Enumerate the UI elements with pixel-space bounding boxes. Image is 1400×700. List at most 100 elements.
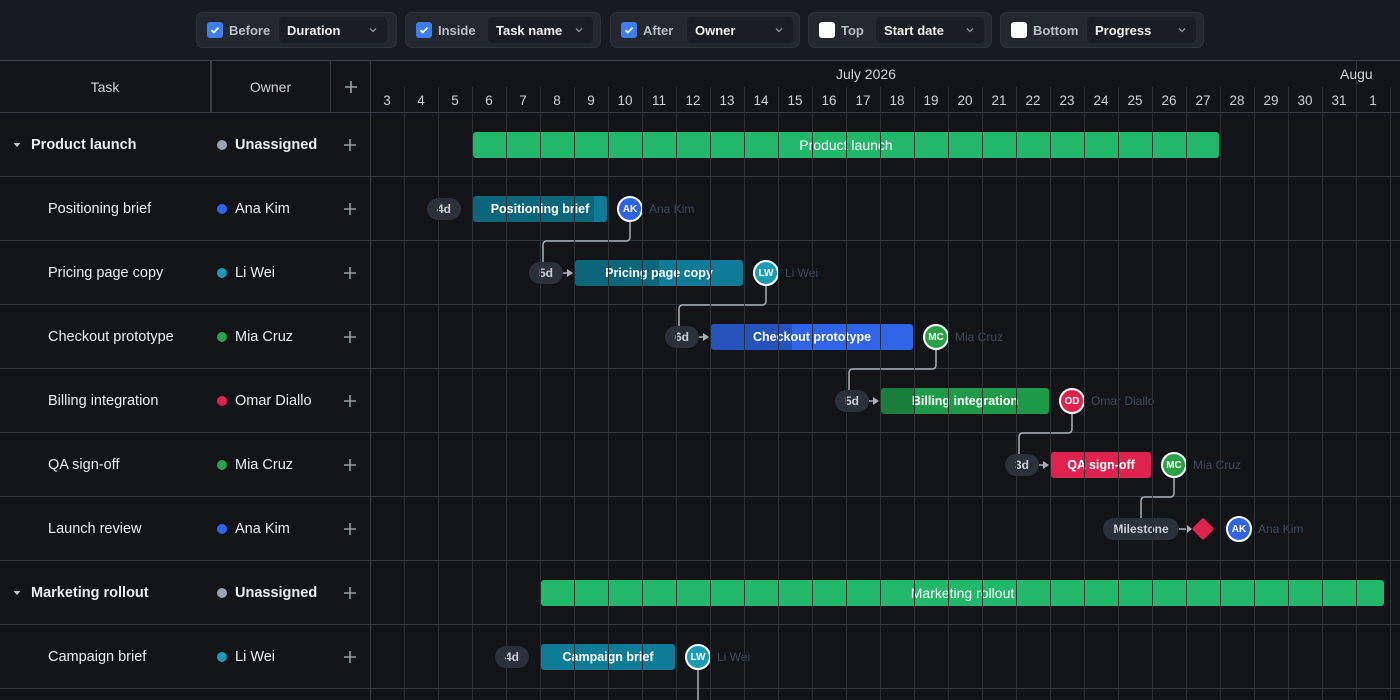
before-checkbox[interactable] <box>207 22 223 38</box>
plus-icon <box>344 331 356 343</box>
owner-after-label: Mia Cruz <box>1193 458 1242 472</box>
after-select[interactable]: Owner <box>687 17 793 43</box>
task-cell: Positioning brief <box>0 177 211 241</box>
day-label: 19 <box>923 92 939 108</box>
inside-checkbox[interactable] <box>416 22 432 38</box>
owner-avatar[interactable]: LW <box>685 644 711 670</box>
owner-dot <box>217 204 227 214</box>
plus-icon <box>344 523 356 535</box>
top-select[interactable]: Start date <box>876 17 984 43</box>
task-bar[interactable]: Billing integration <box>881 388 1049 414</box>
inside-select[interactable]: Task name <box>488 17 593 43</box>
option-before: Before Duration <box>196 12 397 48</box>
add-subtask-button[interactable] <box>330 241 370 305</box>
owner-avatar[interactable]: AK <box>1226 516 1252 542</box>
owner-dot <box>217 588 227 598</box>
summary-bar[interactable]: Marketing rollout <box>541 580 1384 606</box>
add-subtask-button[interactable] <box>330 497 370 561</box>
gantt-chart: Task Owner July 2026Augu3456789101112131… <box>0 60 1400 700</box>
owner-cell: Unassigned <box>211 113 330 177</box>
owner-after-label: Ana Kim <box>1258 522 1304 536</box>
caret-down-icon[interactable] <box>12 588 22 598</box>
task-row[interactable]: QA sign-off Mia Cruz <box>0 433 1400 497</box>
task-row[interactable]: Positioning brief Ana Kim <box>0 177 1400 241</box>
add-subtask-button[interactable] <box>330 625 370 689</box>
task-row[interactable]: Checkout prototype Mia Cruz <box>0 305 1400 369</box>
owner-dot <box>217 524 227 534</box>
plus-icon <box>344 267 356 279</box>
day-label: 31 <box>1331 92 1347 108</box>
bar-label: Billing integration <box>911 394 1019 408</box>
day-label: 22 <box>1025 92 1041 108</box>
task-cell: QA sign-off <box>0 433 211 497</box>
duration-badge: 6d <box>665 326 699 348</box>
option-inside: Inside Task name <box>405 12 601 48</box>
bottom-select[interactable]: Progress <box>1087 17 1196 43</box>
option-after: After Owner <box>610 12 800 48</box>
task-name: Pricing page copy <box>48 265 164 281</box>
owner-name: Mia Cruz <box>235 457 294 473</box>
owner-name: Unassigned <box>235 137 318 153</box>
task-name: Launch review <box>48 521 142 537</box>
duration-badge: 3d <box>1005 454 1039 476</box>
progress-fill <box>881 388 915 414</box>
select-value: Start date <box>884 22 944 38</box>
toolbar: Before Duration Inside Task name After Owner T… <box>0 0 1400 60</box>
task-row[interactable]: Launch review Ana Kim <box>0 497 1400 561</box>
day-label: 27 <box>1195 92 1211 108</box>
day-label: 26 <box>1161 92 1177 108</box>
milestone-label: Milestone <box>1103 518 1179 540</box>
owner-avatar[interactable]: OD <box>1059 388 1085 414</box>
day-label: 12 <box>685 92 701 108</box>
add-column-button[interactable] <box>331 61 371 113</box>
add-subtask-button[interactable] <box>330 369 370 433</box>
owner-cell: Ana Kim <box>211 497 330 561</box>
chevron-down-icon <box>575 28 583 33</box>
task-name: Positioning brief <box>48 201 152 217</box>
owner-avatar[interactable]: MC <box>1161 452 1187 478</box>
caret-down-icon[interactable] <box>12 140 22 150</box>
owner-avatar[interactable]: LW <box>753 260 779 286</box>
add-subtask-button[interactable] <box>330 433 370 497</box>
top-checkbox[interactable] <box>819 22 835 38</box>
add-subtask-button[interactable] <box>330 113 370 177</box>
task-row[interactable]: Billing integration Omar Diallo <box>0 369 1400 433</box>
task-name: Marketing rollout <box>31 585 149 601</box>
owner-dot <box>217 268 227 278</box>
day-label: 8 <box>553 92 561 108</box>
task-cell: Marketing rollout <box>0 561 211 625</box>
bottom-checkbox[interactable] <box>1011 22 1027 38</box>
task-cell: Product launch <box>0 113 211 177</box>
add-subtask-button[interactable] <box>330 561 370 625</box>
day-label: 28 <box>1229 92 1245 108</box>
column-header-owner[interactable]: Owner <box>211 61 331 113</box>
owner-cell: Li Wei <box>211 241 330 305</box>
top-label: Top <box>841 22 864 38</box>
owner-name: Omar Diallo <box>235 393 312 409</box>
task-name: Checkout prototype <box>48 329 174 345</box>
task-bar[interactable]: QA sign-off <box>1051 452 1151 478</box>
plus-icon <box>344 203 356 215</box>
task-name: QA sign-off <box>48 457 120 473</box>
day-label: 18 <box>889 92 905 108</box>
owner-avatar[interactable]: AK <box>617 196 643 222</box>
add-subtask-button[interactable] <box>330 305 370 369</box>
owner-cell: Li Wei <box>211 625 330 689</box>
owner-dot <box>217 332 227 342</box>
day-label: 10 <box>617 92 633 108</box>
column-header-task[interactable]: Task <box>0 61 211 113</box>
add-subtask-button[interactable] <box>330 177 370 241</box>
before-select[interactable]: Duration <box>279 17 387 43</box>
task-bar[interactable]: Pricing page copy <box>575 260 743 286</box>
select-value: Task name <box>496 22 563 38</box>
day-label: 24 <box>1093 92 1109 108</box>
owner-dot <box>217 140 227 150</box>
day-label: 14 <box>753 92 769 108</box>
day-label: 11 <box>651 92 666 108</box>
plus-icon <box>344 80 357 93</box>
owner-avatar[interactable]: MC <box>923 324 949 350</box>
owner-name: Mia Cruz <box>235 329 294 345</box>
after-checkbox[interactable] <box>621 22 637 38</box>
owner-cell: Mia Cruz <box>211 305 330 369</box>
owner-name: Unassigned <box>235 585 318 601</box>
